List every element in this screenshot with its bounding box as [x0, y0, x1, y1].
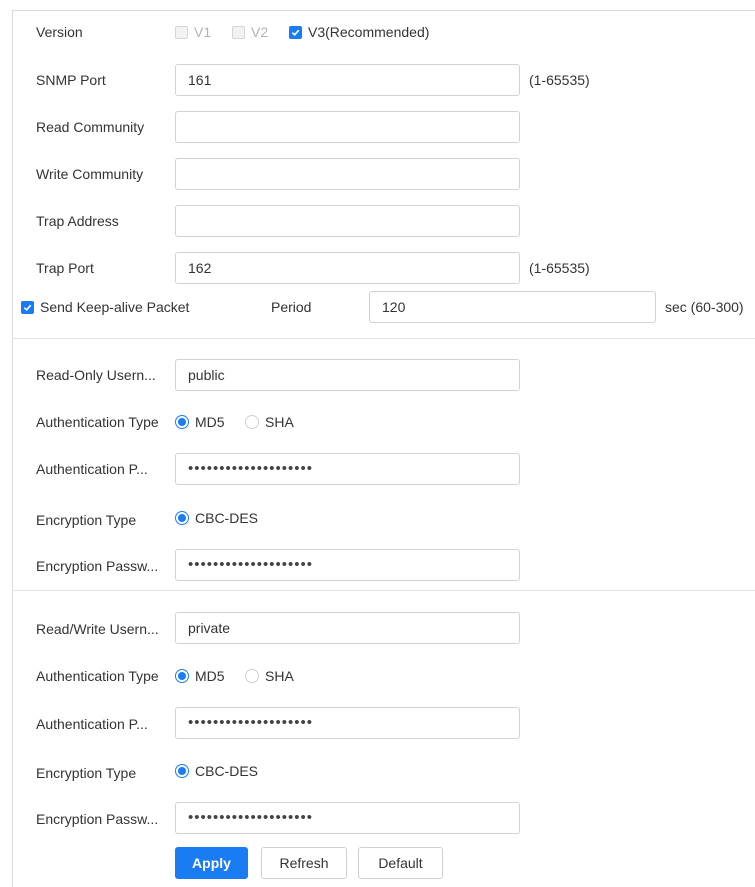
checkbox-checked-icon — [289, 25, 302, 39]
version-v2-checkbox[interactable]: V2 — [232, 24, 268, 40]
trap-port-range: (1-65535) — [529, 260, 590, 276]
read-only-enc-password-label: Encryption Passw... — [36, 558, 159, 574]
radio-selected-icon — [175, 415, 189, 429]
read-write-auth-sha-radio[interactable]: SHA — [245, 668, 294, 684]
read-write-auth-md5-label: MD5 — [195, 668, 225, 684]
read-only-enc-cbc-des-radio[interactable]: CBC-DES — [175, 510, 258, 526]
period-input[interactable] — [369, 291, 656, 323]
read-only-username-input[interactable] — [175, 359, 520, 391]
read-only-auth-md5-label: MD5 — [195, 414, 225, 430]
read-only-auth-password-input[interactable]: •••••••••••••••••••• — [175, 453, 520, 485]
radio-selected-icon — [175, 669, 189, 683]
read-only-auth-md5-radio[interactable]: MD5 — [175, 414, 225, 430]
read-write-enc-type-label: Encryption Type — [36, 765, 137, 781]
read-write-enc-password-label: Encryption Passw... — [36, 811, 159, 827]
read-write-auth-password-input[interactable]: •••••••••••••••••••• — [175, 707, 520, 739]
radio-selected-icon — [175, 764, 189, 778]
version-v1-checkbox[interactable]: V1 — [175, 24, 211, 40]
read-only-enc-cbc-des-label: CBC-DES — [195, 510, 259, 526]
section-divider — [12, 338, 755, 339]
version-v3-label: V3(Recommended) — [308, 24, 430, 40]
read-write-username-label: Read/Write Usern... — [36, 621, 159, 637]
read-write-auth-sha-label: SHA — [265, 668, 294, 684]
version-v2-label: V2 — [251, 24, 269, 40]
read-only-username-label: Read-Only Usern... — [36, 367, 156, 383]
period-label: Period — [271, 299, 312, 315]
checkbox-unchecked-icon — [232, 25, 245, 39]
trap-port-input[interactable] — [175, 252, 520, 284]
read-only-enc-password-input[interactable]: •••••••••••••••••••• — [175, 549, 520, 581]
read-only-auth-type-label: Authentication Type — [36, 414, 159, 430]
trap-port-label: Trap Port — [36, 260, 94, 276]
send-keepalive-label: Send Keep-alive Packet — [40, 299, 190, 315]
period-unit: sec (60-300) — [665, 299, 744, 315]
read-write-auth-md5-radio[interactable]: MD5 — [175, 668, 225, 684]
read-only-enc-type-label: Encryption Type — [36, 512, 137, 528]
read-community-input[interactable] — [175, 111, 520, 143]
radio-unselected-icon — [245, 669, 259, 683]
apply-button[interactable]: Apply — [175, 847, 248, 879]
write-community-input[interactable] — [175, 158, 520, 190]
read-write-enc-password-input[interactable]: •••••••••••••••••••• — [175, 802, 520, 834]
write-community-label: Write Community — [36, 166, 144, 182]
checkbox-checked-icon — [21, 300, 34, 314]
read-write-auth-password-label: Authentication P... — [36, 716, 148, 732]
read-only-auth-password-label: Authentication P... — [36, 461, 148, 477]
radio-unselected-icon — [245, 415, 259, 429]
snmp-port-label: SNMP Port — [36, 72, 106, 88]
read-write-auth-type-label: Authentication Type — [36, 668, 159, 684]
trap-address-input[interactable] — [175, 205, 520, 237]
read-write-username-input[interactable] — [175, 612, 520, 644]
version-label: Version — [36, 24, 83, 40]
read-only-auth-sha-radio[interactable]: SHA — [245, 414, 294, 430]
checkbox-unchecked-icon — [175, 25, 188, 39]
trap-address-label: Trap Address — [36, 213, 119, 229]
version-v3-checkbox[interactable]: V3(Recommended) — [289, 24, 429, 40]
refresh-button[interactable]: Refresh — [261, 847, 347, 879]
section-divider — [12, 590, 755, 591]
read-write-enc-cbc-des-label: CBC-DES — [195, 763, 259, 779]
snmp-port-range: (1-65535) — [529, 72, 590, 88]
read-only-auth-sha-label: SHA — [265, 414, 294, 430]
read-write-enc-cbc-des-radio[interactable]: CBC-DES — [175, 763, 258, 779]
version-v1-label: V1 — [194, 24, 212, 40]
send-keepalive-checkbox[interactable]: Send Keep-alive Packet — [21, 299, 189, 315]
snmp-port-input[interactable] — [175, 64, 520, 96]
read-community-label: Read Community — [36, 119, 145, 135]
default-button[interactable]: Default — [358, 847, 443, 879]
radio-selected-icon — [175, 511, 189, 525]
